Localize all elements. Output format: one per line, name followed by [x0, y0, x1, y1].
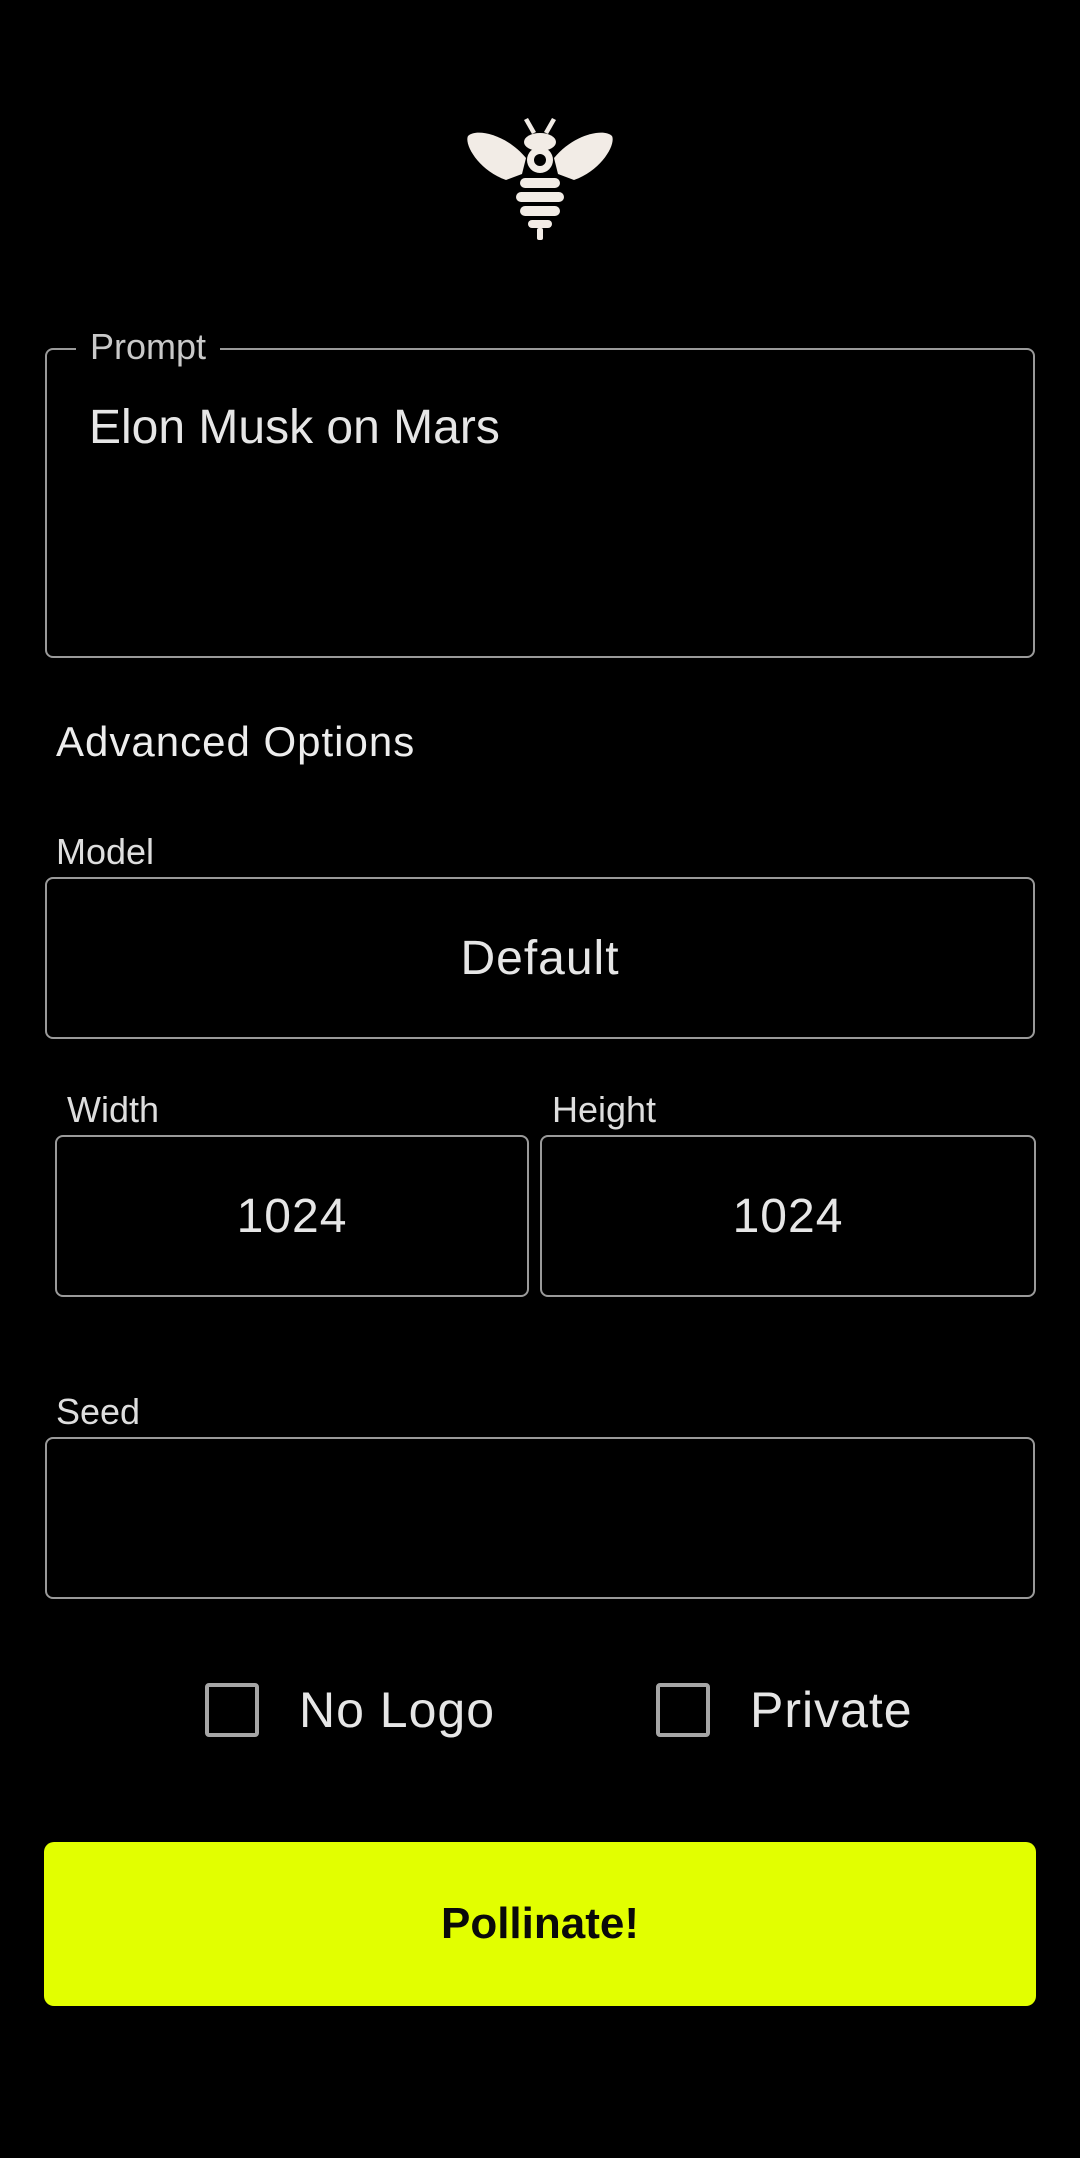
pollinate-button-label: Pollinate! — [440, 1899, 640, 1948]
no-logo-checkbox[interactable] — [205, 1683, 259, 1737]
model-value: Default — [460, 931, 620, 985]
prompt-text[interactable]: Elon Musk on Mars — [89, 400, 1019, 456]
width-label: Width — [67, 1089, 160, 1130]
width-input[interactable]: 1024 — [55, 1135, 529, 1297]
height-label: Height — [552, 1089, 657, 1130]
width-value: 1024 — [236, 1189, 348, 1243]
seed-input[interactable] — [45, 1437, 1035, 1599]
no-logo-option[interactable]: No Logo — [205, 1682, 496, 1738]
model-label: Model — [56, 831, 155, 872]
prompt-label: Prompt — [76, 327, 221, 367]
private-option[interactable]: Private — [656, 1682, 913, 1738]
app-screen: Prompt Elon Musk on Mars Advanced Option… — [0, 0, 1080, 2158]
private-checkbox[interactable] — [656, 1683, 710, 1737]
height-value: 1024 — [732, 1189, 844, 1243]
no-logo-label: No Logo — [299, 1682, 496, 1738]
model-select[interactable]: Default — [45, 877, 1035, 1039]
seed-label: Seed — [56, 1391, 141, 1432]
prompt-input[interactable] — [45, 348, 1035, 658]
advanced-options-title: Advanced Options — [56, 718, 416, 765]
private-label: Private — [750, 1682, 913, 1738]
bee-icon — [466, 114, 614, 240]
height-input[interactable]: 1024 — [540, 1135, 1036, 1297]
pollinate-button[interactable]: Pollinate! — [44, 1842, 1036, 2006]
